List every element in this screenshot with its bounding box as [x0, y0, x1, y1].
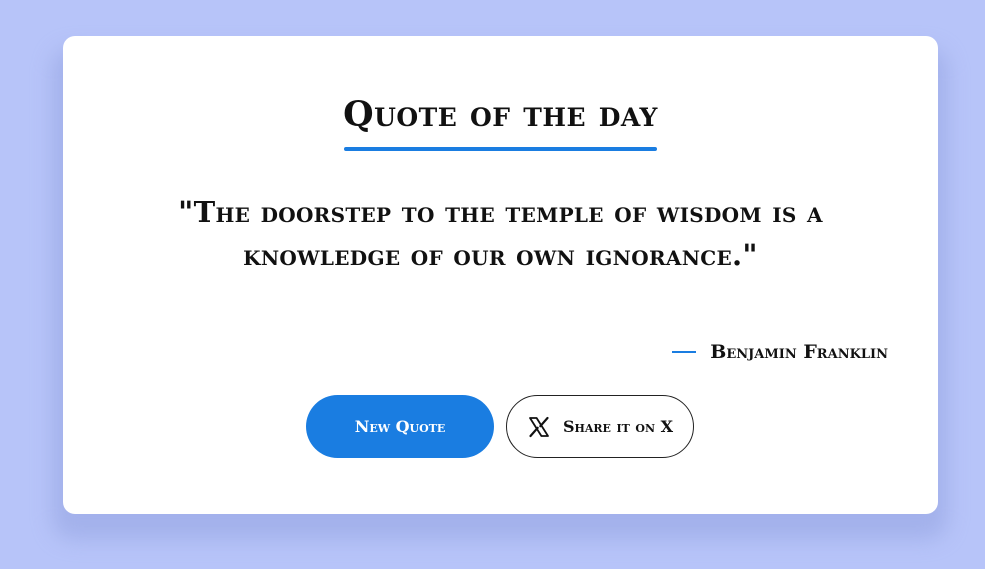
quote-author: Benjamin Franklin [672, 341, 888, 363]
share-on-x-button[interactable]: Share it on X [506, 395, 694, 458]
share-button-label: Share it on X [562, 417, 674, 436]
author-name: Benjamin Franklin [710, 341, 888, 363]
x-logo-icon [527, 415, 551, 439]
quote-text: "The doorstep to the temple of wisdom is… [178, 195, 823, 272]
action-buttons: New Quote Share it on X [306, 395, 694, 458]
quote-card: Quote of the day "The doorstep to the te… [63, 36, 938, 514]
new-quote-button[interactable]: New Quote [306, 395, 494, 458]
author-dash [672, 351, 697, 353]
page-title: Quote of the day [343, 94, 658, 135]
title-underline [344, 147, 657, 151]
